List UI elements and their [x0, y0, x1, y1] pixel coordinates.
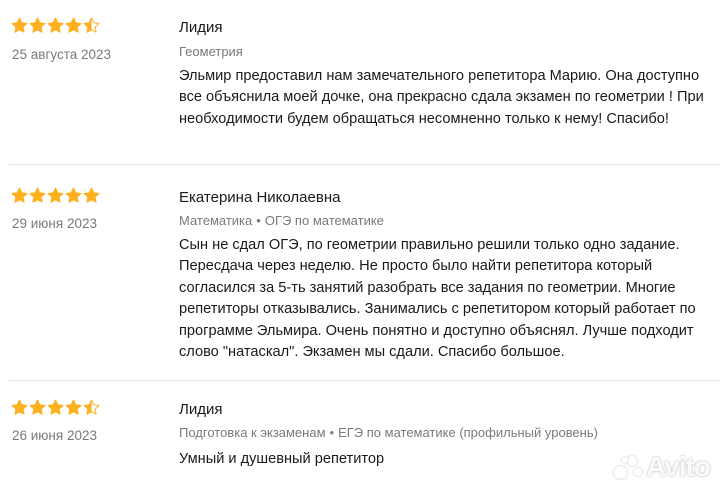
rating-stars — [11, 187, 100, 204]
star-icon — [11, 399, 28, 415]
review-tags: Математика • ОГЭ по математике — [179, 213, 384, 228]
tag-separator: • — [329, 425, 335, 440]
review-author[interactable]: Екатерина Николаевна — [179, 189, 340, 206]
review-tags: Геометрия — [179, 44, 243, 59]
rating-stars — [11, 399, 100, 416]
avito-watermark: Avito — [614, 451, 711, 483]
star-icon — [65, 399, 82, 415]
review-tag: Подготовка к экзаменам — [179, 425, 326, 440]
avito-logo-icon — [614, 454, 644, 480]
star-icon — [83, 187, 100, 203]
review-text: Эльмир предоставил нам замечательного ре… — [179, 68, 704, 127]
star-icon — [47, 17, 64, 33]
review-author[interactable]: Лидия — [179, 19, 222, 36]
star-icon — [29, 399, 46, 415]
star-icon — [65, 187, 82, 203]
review-tag: Математика — [179, 213, 253, 228]
star-icon — [29, 187, 46, 203]
star-icon — [47, 399, 64, 415]
star-icon — [83, 399, 100, 415]
star-icon — [83, 17, 100, 33]
review-author[interactable]: Лидия — [179, 401, 222, 418]
watermark-text: Avito — [646, 451, 711, 482]
star-icon — [29, 17, 46, 33]
review-tag: Геометрия — [179, 44, 243, 59]
review-tag: ОГЭ по математике — [264, 213, 384, 228]
divider — [9, 380, 720, 381]
review-date: 25 августа 2023 — [12, 47, 112, 62]
tag-separator: • — [256, 213, 261, 228]
star-icon — [65, 17, 82, 33]
star-icon — [11, 187, 28, 203]
divider — [9, 164, 720, 165]
star-icon — [47, 187, 64, 203]
review-text: Сын не сдал ОГЭ, по геометрии правильно … — [179, 237, 696, 361]
review-tag: ЕГЭ по математике (профильный уровень) — [338, 425, 598, 440]
star-icon — [11, 17, 28, 33]
review-date: 29 июня 2023 — [12, 216, 97, 231]
rating-stars — [11, 17, 100, 34]
review-date: 26 июня 2023 — [12, 428, 97, 443]
review-tags: Подготовка к экзаменам • ЕГЭ по математике… — [179, 425, 598, 440]
